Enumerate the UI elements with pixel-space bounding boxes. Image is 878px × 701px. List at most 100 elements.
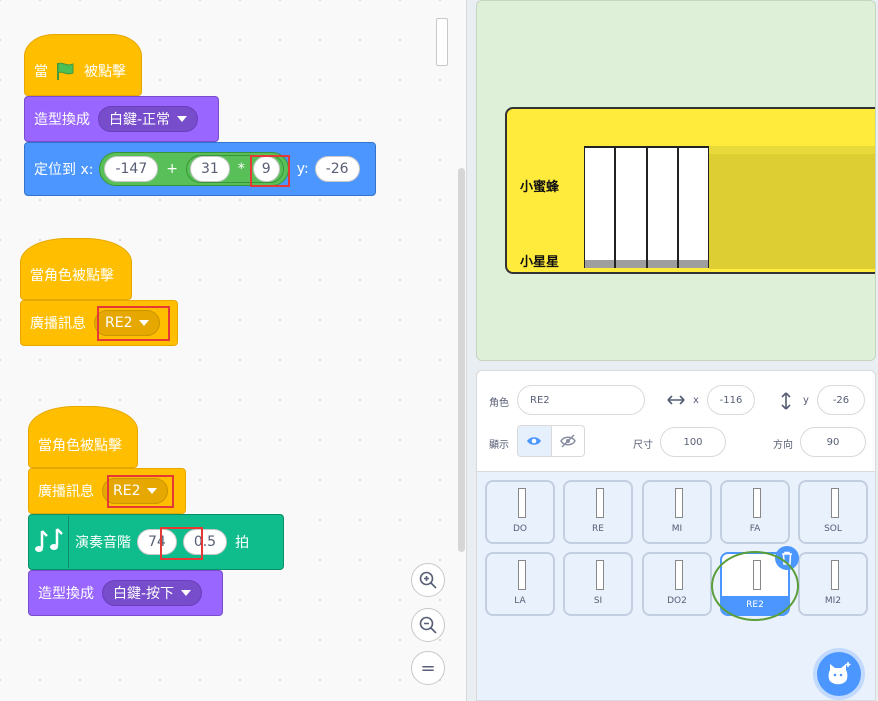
sprite-tile[interactable]: FA <box>720 480 790 544</box>
piano-keys[interactable] <box>584 146 709 268</box>
vertical-arrows-icon <box>781 392 791 410</box>
sprite-tile[interactable]: DO2 <box>642 552 712 616</box>
sprite-tile[interactable]: RE <box>563 480 633 544</box>
sprite-tile-name: FA <box>749 524 761 534</box>
sprite-tile-name: MI <box>671 524 683 534</box>
sprite-tile[interactable]: SI <box>563 552 633 616</box>
code-area-top-scroll-widget[interactable] <box>436 18 448 66</box>
eye-icon <box>527 437 542 445</box>
broadcast-highlight-box <box>107 475 174 508</box>
play-note-label: 演奏音階 <box>75 535 131 551</box>
sprite-thumbnail <box>518 488 526 518</box>
piano-key[interactable] <box>585 148 615 268</box>
sprite-name-label: 角色 <box>489 398 509 409</box>
when-sprite-clicked-block[interactable]: 當角色被點擊 <box>28 406 138 468</box>
sprite-tile[interactable]: SOL <box>798 480 868 544</box>
sprite-tile-name: SOL <box>824 524 842 534</box>
music-note-icon <box>29 516 69 568</box>
show-label: 顯示 <box>489 440 509 451</box>
multiplier-input[interactable]: 31 <box>189 156 230 182</box>
cat-plus-icon <box>828 662 851 685</box>
go-to-xy-block[interactable]: 定位到 x: -147 + 31 * 9 y: -26 <box>24 142 376 196</box>
beats-unit-label: 拍 <box>235 535 250 551</box>
sprite-thumbnail <box>753 488 761 518</box>
broadcast-label: 廣播訊息 <box>38 484 94 500</box>
costume-dropdown[interactable]: 白鍵-按下 <box>102 580 203 606</box>
x-input[interactable]: -116 <box>707 385 755 415</box>
sprite-thumbnail <box>596 560 604 590</box>
eye-slash-icon <box>559 434 576 448</box>
switch-costume-block[interactable]: 造型換成 白鍵-正常 <box>24 96 219 142</box>
code-area-scrollbar[interactable] <box>458 168 465 552</box>
costume-dropdown-value: 白鍵-按下 <box>113 586 175 602</box>
when-label: 當 <box>34 64 48 80</box>
piano-inner-panel <box>709 146 875 269</box>
visibility-toggle <box>517 425 585 457</box>
go-to-y-label: y: <box>296 161 309 177</box>
size-label: 尺寸 <box>633 440 653 451</box>
chevron-down-icon <box>181 590 192 596</box>
y-input[interactable]: -26 <box>817 385 865 415</box>
piano-key[interactable] <box>616 148 646 268</box>
sprite-tile-name: LA <box>514 596 526 606</box>
sprite-tile[interactable]: MI2 <box>798 552 868 616</box>
note-highlight-box <box>160 527 203 560</box>
sprite-tile-name: DO <box>512 524 527 534</box>
stage-label-little-bee[interactable]: 小蜜蜂 <box>520 176 559 195</box>
when-sprite-clicked-label: 當角色被點擊 <box>30 268 114 284</box>
green-flag-icon <box>57 62 74 80</box>
chevron-down-icon <box>177 116 188 122</box>
sprite-tile-name: RE <box>592 524 604 534</box>
piano-key[interactable] <box>678 148 708 268</box>
index-highlight-box <box>250 155 290 187</box>
when-flag-clicked-block[interactable]: 當 被點擊 <box>24 34 142 96</box>
switch-costume-label: 造型換成 <box>38 586 94 602</box>
sprite-thumbnail <box>831 560 839 590</box>
costume-dropdown-value: 白鍵-正常 <box>109 112 171 128</box>
when-sprite-clicked-block[interactable]: 當角色被點擊 <box>20 238 132 300</box>
sprite-thumbnail <box>596 488 604 518</box>
y-label: y <box>803 395 809 406</box>
y-input[interactable]: -26 <box>314 156 360 182</box>
sprite-tile[interactable]: LA <box>485 552 555 616</box>
flag-clicked-label: 被點擊 <box>84 64 126 80</box>
broadcast-highlight-box <box>97 306 170 341</box>
x-label: x <box>693 395 699 406</box>
zoom-out-icon <box>419 616 437 634</box>
sprite-name-input[interactable]: RE2 <box>517 385 645 415</box>
zoom-reset-label: = <box>420 657 436 679</box>
selected-sprite-highlight-circle <box>711 551 799 621</box>
sprite-thumbnail <box>518 560 526 590</box>
direction-label: 方向 <box>773 440 793 451</box>
zoom-reset-button[interactable]: = <box>411 651 445 685</box>
play-note-block[interactable]: 演奏音階 74 0.5 拍 <box>28 514 284 570</box>
broadcast-label: 廣播訊息 <box>30 316 86 332</box>
size-input[interactable]: 100 <box>660 427 726 457</box>
sprite-thumbnail <box>675 560 683 590</box>
plus-operator: + <box>166 161 178 177</box>
direction-input[interactable]: 90 <box>800 427 866 457</box>
costume-dropdown[interactable]: 白鍵-正常 <box>98 106 199 132</box>
zoom-out-button[interactable] <box>411 608 445 642</box>
hide-button[interactable] <box>552 426 585 456</box>
zoom-in-icon <box>419 571 437 589</box>
zoom-in-button[interactable] <box>411 563 445 597</box>
sprite-tile[interactable]: DO <box>485 480 555 544</box>
sprite-tile[interactable]: MI <box>642 480 712 544</box>
sprite-thumbnail <box>675 488 683 518</box>
sprite-tile-name: SI <box>593 596 603 606</box>
stage-label-little-star[interactable]: 小星星 <box>520 251 559 270</box>
horizontal-arrows-icon <box>667 395 685 405</box>
switch-costume-block[interactable]: 造型換成 白鍵-按下 <box>28 570 223 616</box>
sprite-tile-name: DO2 <box>667 596 687 606</box>
when-sprite-clicked-label: 當角色被點擊 <box>38 438 122 454</box>
switch-costume-label: 造型換成 <box>34 112 90 128</box>
scratch-editor: 當 被點擊 造型換成 白鍵-正常 定位到 x: -147 + 31 * 9 y:… <box>0 0 878 701</box>
go-to-x-label: 定位到 x: <box>34 162 94 178</box>
piano-key[interactable] <box>647 148 677 268</box>
times-operator: * <box>237 161 245 177</box>
sprite-thumbnail <box>831 488 839 518</box>
show-button[interactable] <box>518 426 552 456</box>
add-sprite-button[interactable] <box>817 652 861 696</box>
x-base-input[interactable]: -147 <box>104 156 159 182</box>
